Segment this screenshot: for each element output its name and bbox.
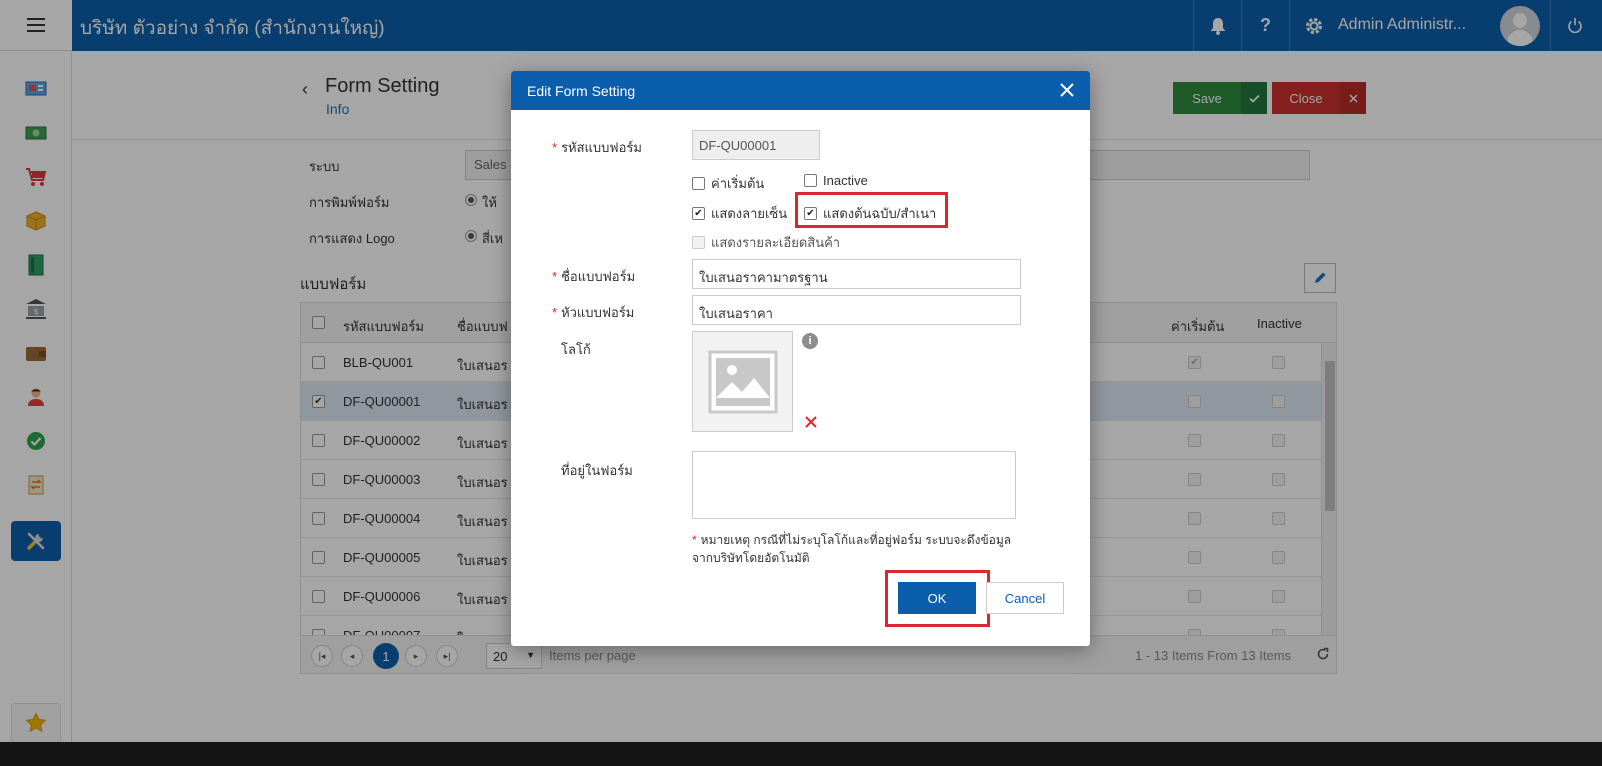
logo-upload[interactable] <box>692 331 793 432</box>
ok-button[interactable]: OK <box>898 582 976 614</box>
form-name-input[interactable]: ใบเสนอราคามาตรฐาน <box>692 259 1021 289</box>
form-header-label: * หัวแบบฟอร์ม <box>552 305 635 320</box>
inactive-checkbox-box[interactable] <box>804 174 817 187</box>
note-text: * หมายเหตุ กรณีที่ไม่ระบุโลโก้และที่อยู่ฟ… <box>692 533 1012 565</box>
edit-form-setting-dialog: Edit Form Setting * รหัสแบบฟอร์ม DF-QU000… <box>511 71 1090 646</box>
show-signature-checkbox[interactable]: ✔ แสดงลายเซ็น <box>692 203 787 224</box>
info-icon[interactable]: i <box>802 333 818 349</box>
cancel-button[interactable]: Cancel <box>986 582 1064 614</box>
show-item-detail-checkbox: แสดงรายละเอียดสินค้า <box>692 232 840 253</box>
show-signature-checkbox-box[interactable]: ✔ <box>692 207 705 220</box>
form-name-label: * ชื่อแบบฟอร์ม <box>552 269 636 284</box>
default-checkbox-box[interactable] <box>692 177 705 190</box>
form-header-input[interactable]: ใบเสนอราคา <box>692 295 1021 325</box>
address-textarea[interactable] <box>692 451 1016 519</box>
form-code-field: DF-QU00001 <box>692 130 820 160</box>
dialog-header: Edit Form Setting <box>511 71 1090 110</box>
dialog-title: Edit Form Setting <box>527 83 636 99</box>
delete-logo-icon[interactable] <box>803 414 819 430</box>
address-label: ที่อยู่ในฟอร์ม <box>561 463 633 478</box>
highlight-box <box>795 192 948 228</box>
default-checkbox[interactable]: ค่าเริ่มต้น <box>692 173 764 194</box>
image-placeholder-icon <box>708 350 777 413</box>
logo-label: โลโก้ <box>561 342 591 357</box>
close-icon[interactable] <box>1057 80 1077 100</box>
inactive-checkbox[interactable]: Inactive <box>804 173 868 188</box>
show-item-detail-checkbox-box <box>692 236 705 249</box>
form-code-label: * รหัสแบบฟอร์ม <box>552 140 642 155</box>
